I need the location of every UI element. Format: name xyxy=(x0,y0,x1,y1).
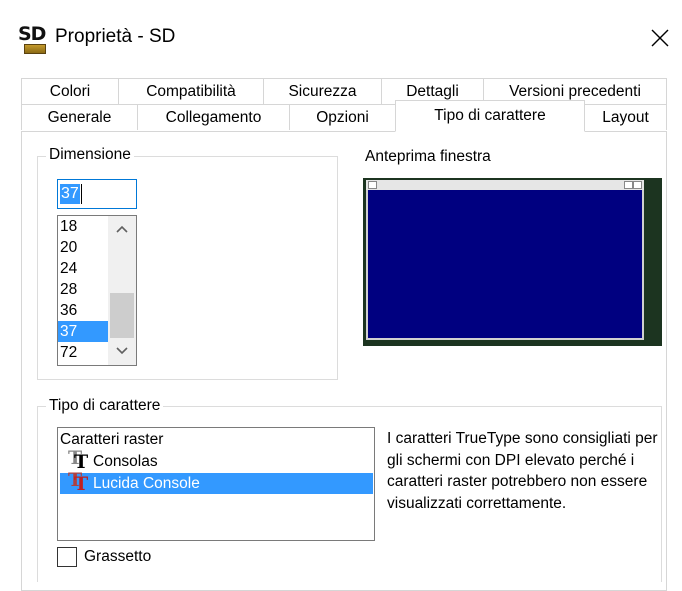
preview-window xyxy=(366,180,644,340)
size-option-36[interactable]: 36 xyxy=(58,300,113,321)
font-group-legend: Tipo di carattere xyxy=(46,397,164,415)
size-option-20[interactable]: 20 xyxy=(58,237,113,258)
preview-max-icon xyxy=(624,181,633,189)
truetype-icon: TT xyxy=(68,469,89,495)
size-input-value: 37 xyxy=(60,184,80,204)
scrollbar-thumb[interactable] xyxy=(110,293,134,338)
tab-colori[interactable]: Colori xyxy=(21,78,119,104)
sd-app-icon-text: SD xyxy=(18,23,46,45)
scroll-up-button[interactable] xyxy=(110,218,134,240)
chevron-down-icon xyxy=(116,347,128,355)
size-option-18[interactable]: 18 xyxy=(58,216,113,237)
scroll-down-button[interactable] xyxy=(110,340,134,362)
size-option-72[interactable]: 72 xyxy=(58,342,113,363)
tab-collegamento[interactable]: Collegamento xyxy=(137,104,290,130)
tab-opzioni[interactable]: Opzioni xyxy=(289,104,396,130)
tab-layout[interactable]: Layout xyxy=(584,104,667,130)
window-title: Proprietà - SD xyxy=(55,26,176,47)
tab-sicurezza[interactable]: Sicurezza xyxy=(263,78,382,104)
preview-close-icon xyxy=(633,181,642,189)
preview-window-titlebar xyxy=(366,180,644,190)
size-option-37[interactable]: 37 xyxy=(58,321,109,342)
font-info-text: I caratteri TrueType sono consigliati pe… xyxy=(387,430,658,512)
size-option-24[interactable]: 24 xyxy=(58,258,113,279)
font-option-consolas[interactable]: Consolas xyxy=(93,451,158,472)
tab-tipo-di-carattere[interactable]: Tipo di carattere xyxy=(395,100,585,132)
size-option-28[interactable]: 28 xyxy=(58,279,113,300)
sd-app-icon-badge xyxy=(24,44,46,54)
preview-system-icon xyxy=(368,181,377,189)
tab-compatibilita[interactable]: Compatibilità xyxy=(118,78,264,104)
close-icon xyxy=(651,29,669,47)
font-option-lucida-console-label: Lucida Console xyxy=(93,475,200,492)
chevron-up-icon xyxy=(116,225,128,233)
size-group-legend: Dimensione xyxy=(46,146,134,164)
preview-label: Anteprima finestra xyxy=(365,148,491,165)
bold-checkbox[interactable] xyxy=(57,547,77,567)
size-input[interactable]: 37 xyxy=(57,179,137,209)
tab-generale[interactable]: Generale xyxy=(21,104,138,130)
close-button[interactable] xyxy=(638,18,682,58)
text-caret xyxy=(80,184,82,204)
sd-app-icon: SD xyxy=(18,23,48,54)
bold-label[interactable]: Grassetto xyxy=(84,548,151,566)
